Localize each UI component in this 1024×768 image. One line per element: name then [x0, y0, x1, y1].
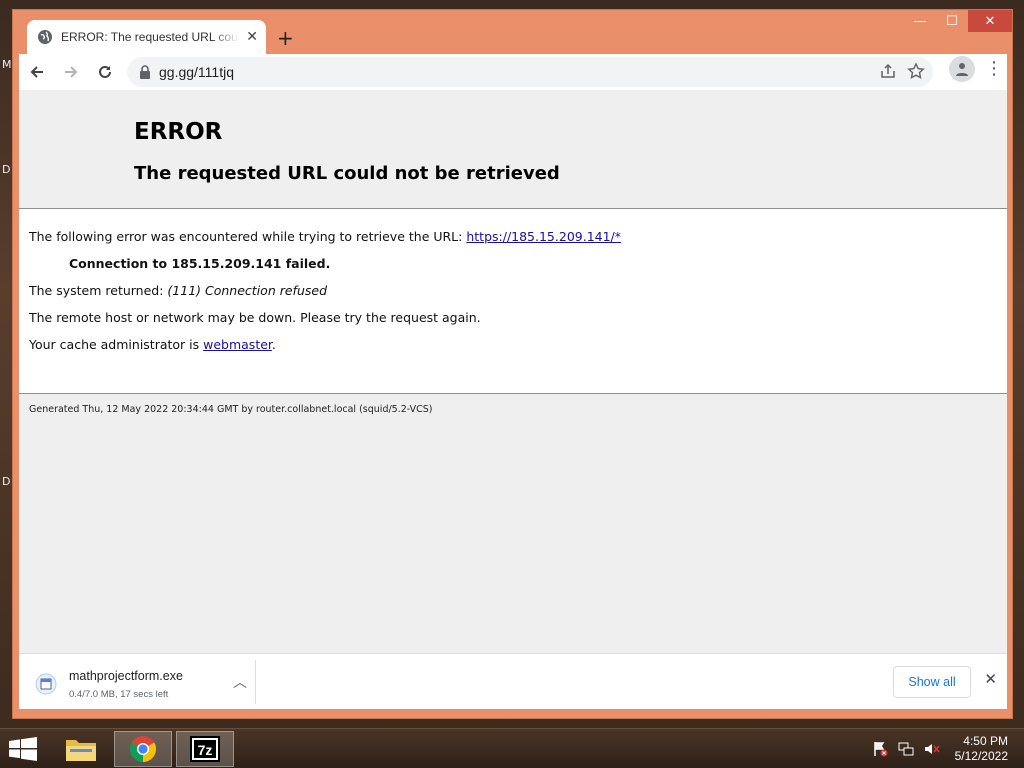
volume-muted-icon[interactable]: [924, 741, 940, 757]
clock-time: 4:50 PM: [963, 734, 1008, 748]
bookmark-star-icon[interactable]: [907, 62, 925, 80]
exe-file-icon: [35, 673, 57, 695]
address-url: gg.gg/111tjq: [159, 64, 234, 80]
connection-failed-text: Connection to 185.15.209.141 failed.: [69, 256, 331, 271]
profile-avatar[interactable]: [949, 56, 975, 82]
system-returned-line: The system returned: (111) Connection re…: [29, 284, 621, 298]
generated-info: Generated Thu, 12 May 2022 20:34:44 GMT …: [29, 404, 433, 415]
7zip-icon: 7z: [190, 736, 220, 762]
tab-title: ERROR: The requested URL could not be re…: [61, 30, 239, 44]
taskbar-chrome[interactable]: [114, 731, 172, 767]
chrome-icon: [129, 736, 157, 763]
taskbar: 7z 4:50 PM 5/12/2022: [0, 728, 1024, 768]
desktop-icon-label[interactable]: M: [2, 58, 12, 71]
browser-window: — ☐ ✕ ERROR: The requested URL could not…: [12, 9, 1013, 719]
download-shelf: mathprojectform.exe 0.4/7.0 MB, 17 secs …: [19, 653, 1007, 709]
reload-icon: [99, 65, 111, 78]
close-shelf-icon[interactable]: ✕: [984, 670, 997, 688]
browser-menu-button[interactable]: ⋮: [981, 60, 1007, 78]
reload-button[interactable]: [89, 56, 121, 88]
error-footer: Generated Thu, 12 May 2022 20:34:44 GMT …: [19, 393, 1007, 653]
webmaster-link[interactable]: webmaster: [203, 337, 272, 352]
action-center-flag-icon[interactable]: [872, 741, 888, 757]
download-item[interactable]: mathprojectform.exe 0.4/7.0 MB, 17 secs …: [27, 662, 255, 706]
show-all-button[interactable]: Show all: [893, 666, 971, 698]
forward-arrow-icon: [65, 66, 78, 78]
desktop-icon-label[interactable]: D: [2, 475, 10, 488]
cache-admin-label: Your cache administrator is: [29, 337, 204, 352]
back-arrow-icon: [30, 66, 43, 78]
system-error-value: (111) Connection refused: [167, 283, 327, 298]
error-body: The following error was encountered whil…: [29, 230, 621, 365]
globe-icon: [38, 30, 52, 44]
new-tab-button[interactable]: +: [277, 26, 294, 50]
page-content: ERROR The requested URL could not be ret…: [19, 90, 1007, 653]
browser-toolbar: gg.gg/111tjq ⋮: [19, 54, 1007, 90]
taskbar-file-explorer[interactable]: [52, 731, 110, 767]
page-subtitle: The requested URL could not be retrieved: [134, 163, 560, 184]
maximize-button[interactable]: ☐: [936, 10, 968, 32]
windows-start-icon[interactable]: [8, 737, 38, 761]
close-window-button[interactable]: ✕: [968, 10, 1012, 32]
error-url-label: The following error was encountered whil…: [29, 229, 467, 244]
desktop-icon-label[interactable]: D: [2, 163, 10, 176]
download-separator: [255, 660, 256, 704]
folder-icon: [66, 740, 96, 761]
taskbar-7zip[interactable]: 7z: [176, 731, 234, 767]
chevron-up-icon[interactable]: ︿: [233, 672, 247, 692]
clock-date: 5/12/2022: [954, 749, 1008, 763]
7zip-label: 7z: [198, 742, 213, 758]
forward-button[interactable]: [55, 56, 87, 88]
minimize-button[interactable]: —: [904, 10, 936, 32]
browser-tab[interactable]: ERROR: The requested URL could not be re…: [27, 20, 266, 54]
system-tray: [872, 741, 940, 757]
period: .: [271, 337, 276, 352]
download-filename: mathprojectform.exe: [69, 668, 183, 683]
download-status: 0.4/7.0 MB, 17 secs left: [69, 688, 169, 700]
person-icon: [956, 63, 968, 76]
share-icon[interactable]: [879, 62, 897, 80]
error-line-url: The following error was encountered whil…: [29, 230, 621, 244]
address-bar[interactable]: gg.gg/111tjq: [127, 57, 933, 87]
cache-admin-line: Your cache administrator is webmaster.: [29, 338, 621, 352]
page-title: ERROR: [134, 119, 223, 145]
network-icon[interactable]: [898, 741, 914, 757]
remote-host-text: The remote host or network may be down. …: [29, 310, 481, 325]
system-returned-label: The system returned:: [29, 283, 168, 298]
error-header: ERROR The requested URL could not be ret…: [19, 90, 1007, 209]
lock-icon[interactable]: [139, 65, 151, 79]
failed-url-link[interactable]: https://185.15.209.141/*: [466, 229, 621, 244]
back-button[interactable]: [21, 56, 53, 88]
tab-close-icon[interactable]: ✕: [246, 29, 258, 45]
taskbar-clock[interactable]: 4:50 PM 5/12/2022: [955, 734, 1008, 764]
window-controls: — ☐ ✕: [904, 10, 1012, 32]
